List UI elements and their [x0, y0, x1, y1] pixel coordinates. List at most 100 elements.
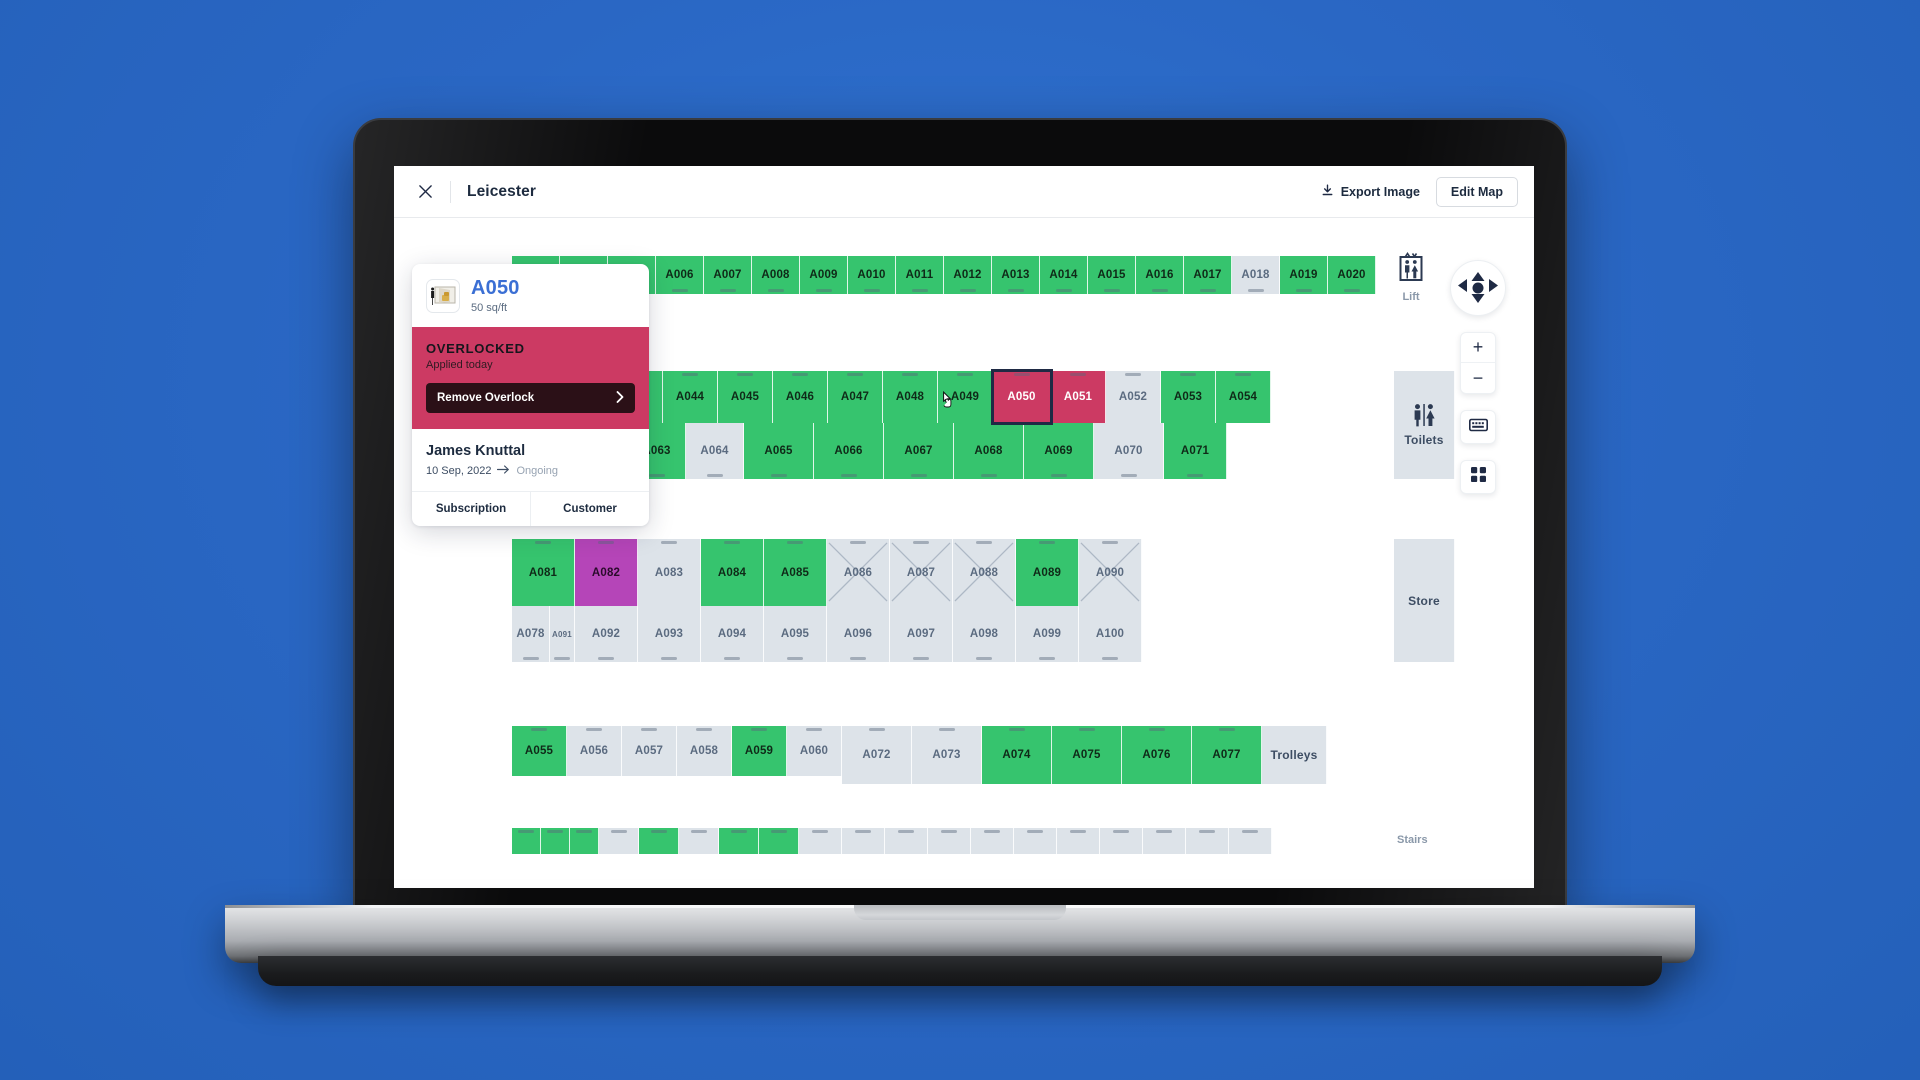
tab-subscription[interactable]: Subscription: [412, 492, 530, 526]
unit-A047[interactable]: A047: [828, 371, 883, 423]
unit-A050[interactable]: A050: [991, 369, 1053, 425]
unit-A008[interactable]: A008: [752, 256, 800, 294]
unit-strip-16[interactable]: [1100, 828, 1143, 854]
unit-A012[interactable]: A012: [944, 256, 992, 294]
pan-dpad-control[interactable]: [1450, 260, 1506, 316]
unit-A070[interactable]: A070: [1094, 423, 1164, 479]
unit-A081[interactable]: A081: [512, 539, 575, 606]
close-icon[interactable]: [412, 179, 438, 205]
unit-strip-4[interactable]: [599, 828, 639, 854]
tab-customer[interactable]: Customer: [530, 492, 649, 526]
unit-A044[interactable]: A044: [663, 371, 718, 423]
unit-A089[interactable]: A089: [1016, 539, 1079, 606]
pan-right-icon[interactable]: [1489, 279, 1498, 297]
unit-A006[interactable]: A006: [656, 256, 704, 294]
unit-A064[interactable]: A064: [686, 423, 744, 479]
export-image-button[interactable]: Export Image: [1321, 184, 1420, 200]
grid-view-button[interactable]: [1460, 460, 1496, 494]
unit-strip-17[interactable]: [1143, 828, 1186, 854]
unit-strip-8[interactable]: [759, 828, 799, 854]
unit-A069[interactable]: A069: [1024, 423, 1094, 479]
unit-A087[interactable]: A087: [890, 539, 953, 606]
unit-A095[interactable]: A095: [764, 606, 827, 662]
unit-A049[interactable]: A049: [938, 371, 993, 423]
unit-A048[interactable]: A048: [883, 371, 938, 423]
unit-A083[interactable]: A083: [638, 539, 701, 606]
unit-A096[interactable]: A096: [827, 606, 890, 662]
edit-map-button[interactable]: Edit Map: [1435, 176, 1518, 207]
unit-A015[interactable]: A015: [1088, 256, 1136, 294]
unit-strip-12[interactable]: [928, 828, 971, 854]
unit-A098[interactable]: A098: [953, 606, 1016, 662]
unit-strip-11[interactable]: [885, 828, 928, 854]
unit-strip-7[interactable]: [719, 828, 759, 854]
unit-A093[interactable]: A093: [638, 606, 701, 662]
unit-A094[interactable]: A094: [701, 606, 764, 662]
zoom-in-button[interactable]: +: [1461, 333, 1495, 363]
unit-A100[interactable]: A100: [1079, 606, 1142, 662]
unit-strip-19[interactable]: [1229, 828, 1272, 854]
unit-A090[interactable]: A090: [1079, 539, 1142, 606]
unit-A076[interactable]: A076: [1122, 726, 1192, 784]
unit-A020[interactable]: A020: [1328, 256, 1376, 294]
unit-strip-18[interactable]: [1186, 828, 1229, 854]
unit-A013[interactable]: A013: [992, 256, 1040, 294]
remove-overlock-button[interactable]: Remove Overlock: [426, 383, 635, 413]
unit-A072[interactable]: A072: [842, 726, 912, 784]
unit-A066[interactable]: A066: [814, 423, 884, 479]
unit-strip-5[interactable]: [639, 828, 679, 854]
unit-A088[interactable]: A088: [953, 539, 1016, 606]
unit-strip-6[interactable]: [679, 828, 719, 854]
unit-strip-3[interactable]: [570, 828, 599, 854]
unit-strip-2[interactable]: [541, 828, 570, 854]
keyboard-shortcuts-button[interactable]: [1460, 410, 1496, 444]
unit-A009[interactable]: A009: [800, 256, 848, 294]
unit-A011[interactable]: A011: [896, 256, 944, 294]
unit-A019[interactable]: A019: [1280, 256, 1328, 294]
unit-A091[interactable]: A091: [550, 606, 575, 662]
unit-A018[interactable]: A018: [1232, 256, 1280, 294]
unit-A097[interactable]: A097: [890, 606, 953, 662]
unit-A014[interactable]: A014: [1040, 256, 1088, 294]
unit-A099[interactable]: A099: [1016, 606, 1079, 662]
unit-A078[interactable]: A078: [512, 606, 550, 662]
unit-A058[interactable]: A058: [677, 726, 732, 776]
unit-A046[interactable]: A046: [773, 371, 828, 423]
zoom-out-button[interactable]: −: [1461, 363, 1495, 393]
unit-A084[interactable]: A084: [701, 539, 764, 606]
unit-A085[interactable]: A085: [764, 539, 827, 606]
unit-A065[interactable]: A065: [744, 423, 814, 479]
unit-A052[interactable]: A052: [1106, 371, 1161, 423]
unit-strip-15[interactable]: [1057, 828, 1100, 854]
unit-A045[interactable]: A045: [718, 371, 773, 423]
unit-A075[interactable]: A075: [1052, 726, 1122, 784]
unit-A073[interactable]: A073: [912, 726, 982, 784]
unit-A053[interactable]: A053: [1161, 371, 1216, 423]
unit-A092[interactable]: A092: [575, 606, 638, 662]
unit-A077[interactable]: A077: [1192, 726, 1262, 784]
unit-A068[interactable]: A068: [954, 423, 1024, 479]
unit-strip-13[interactable]: [971, 828, 1014, 854]
unit-A086[interactable]: A086: [827, 539, 890, 606]
unit-A010[interactable]: A010: [848, 256, 896, 294]
pan-left-icon[interactable]: [1458, 279, 1467, 297]
unit-A056[interactable]: A056: [567, 726, 622, 776]
unit-A074[interactable]: A074: [982, 726, 1052, 784]
unit-strip-14[interactable]: [1014, 828, 1057, 854]
unit-strip-9[interactable]: [799, 828, 842, 854]
unit-A017[interactable]: A017: [1184, 256, 1232, 294]
map-canvas[interactable]: A003 A004 A005 A006 A007 A008 A009 A010 …: [394, 218, 1534, 888]
unit-A082[interactable]: A082: [575, 539, 638, 606]
unit-A067[interactable]: A067: [884, 423, 954, 479]
unit-A054[interactable]: A054: [1216, 371, 1271, 423]
unit-A060[interactable]: A060: [787, 726, 842, 776]
unit-strip-1[interactable]: [512, 828, 541, 854]
unit-A051[interactable]: A051: [1051, 371, 1106, 423]
unit-A016[interactable]: A016: [1136, 256, 1184, 294]
unit-A055[interactable]: A055: [512, 726, 567, 776]
unit-strip-10[interactable]: [842, 828, 885, 854]
unit-A057[interactable]: A057: [622, 726, 677, 776]
unit-A007[interactable]: A007: [704, 256, 752, 294]
unit-A059[interactable]: A059: [732, 726, 787, 776]
pan-center-icon[interactable]: [1472, 282, 1484, 294]
